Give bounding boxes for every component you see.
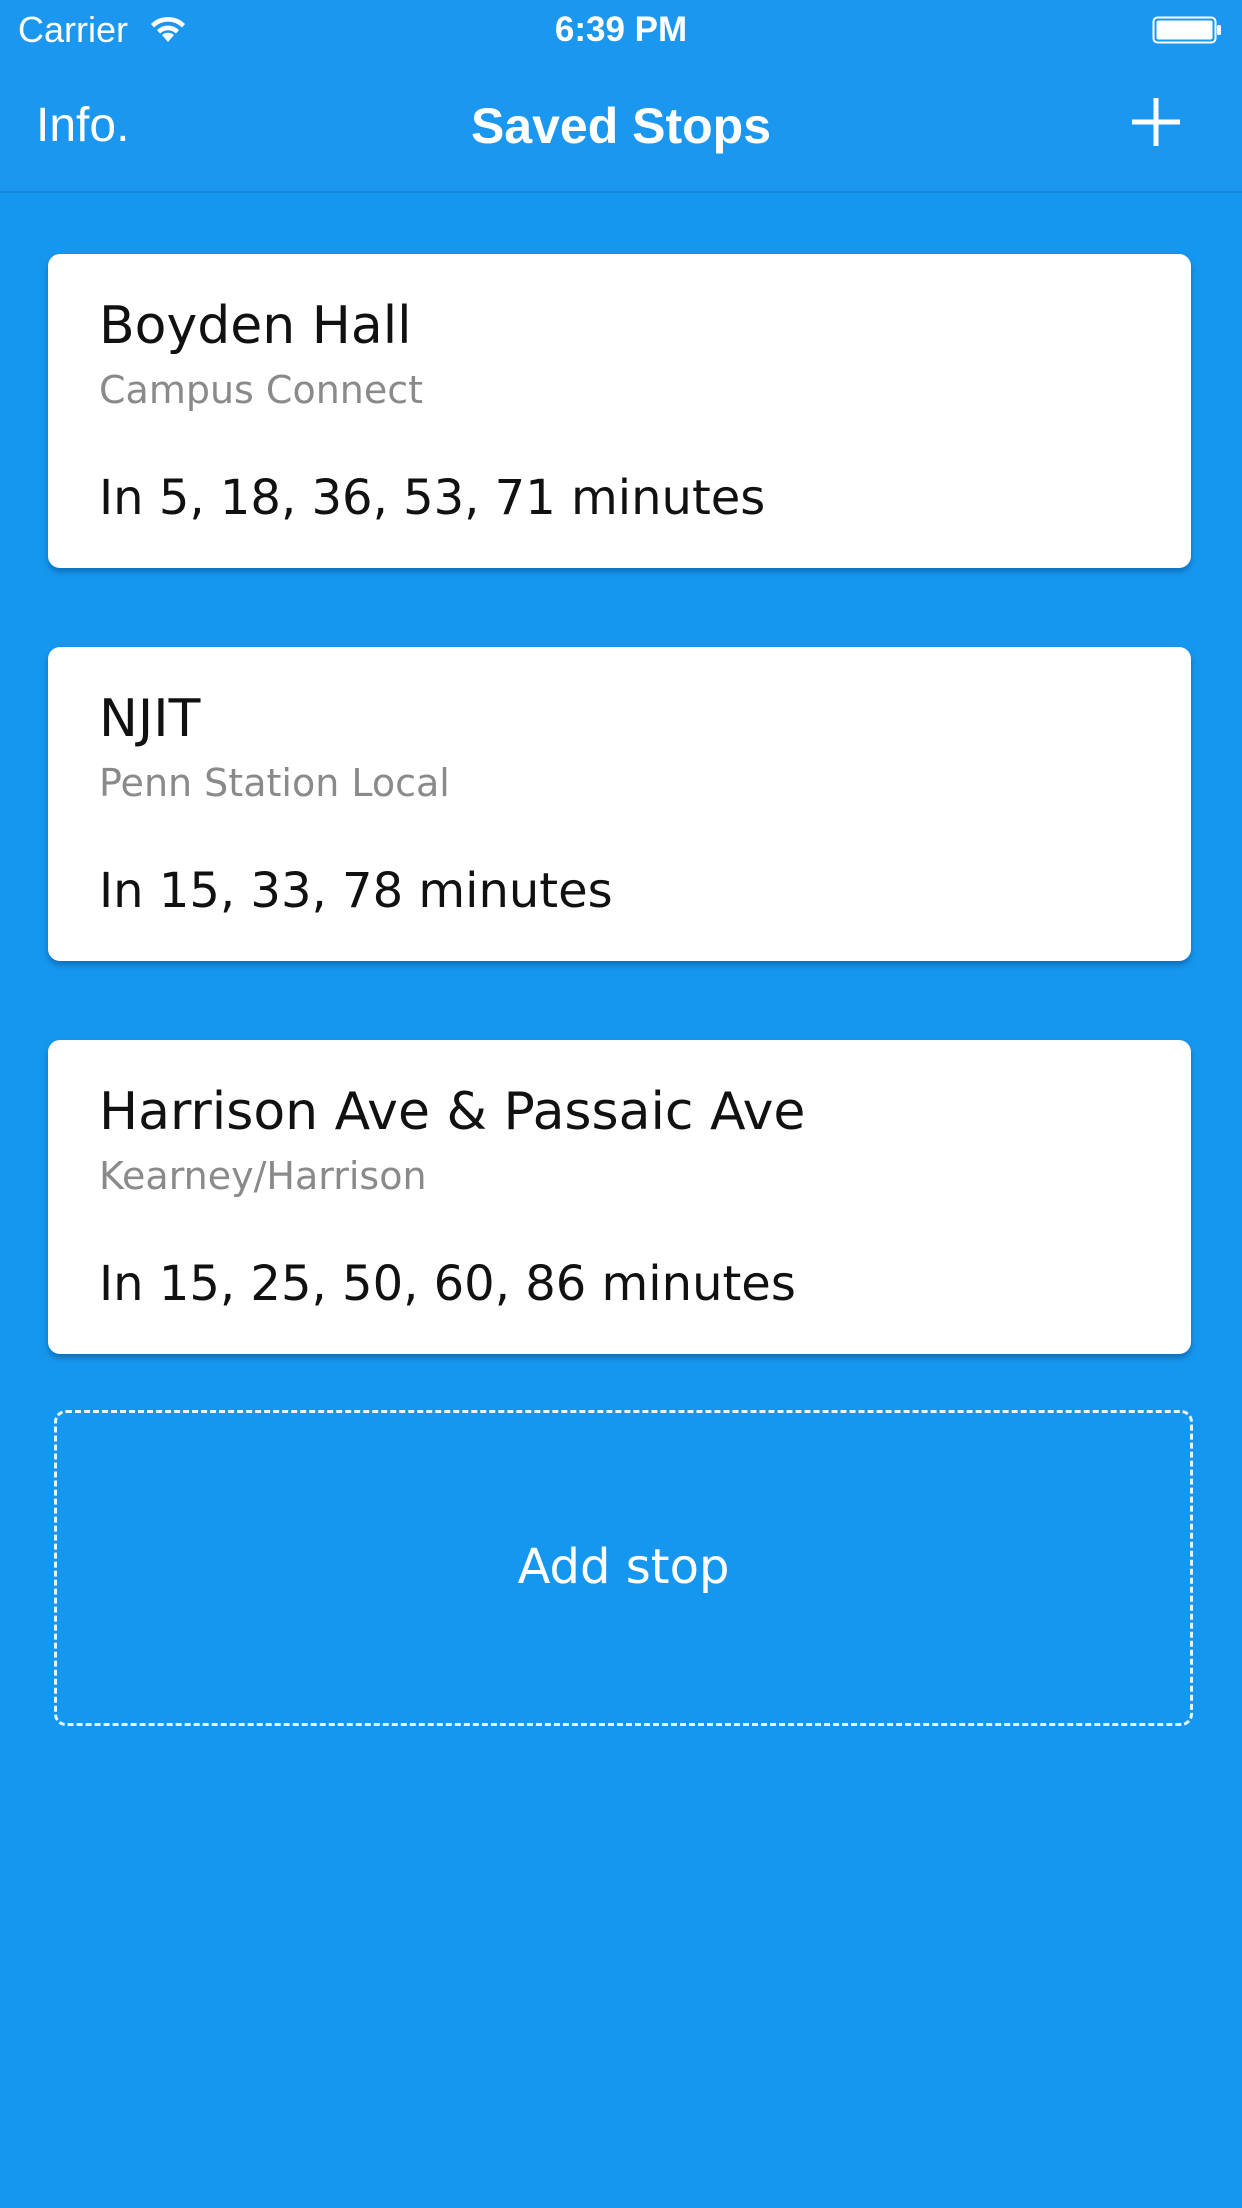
stop-route: Campus Connect xyxy=(99,368,424,412)
add-stop-button[interactable]: Add stop xyxy=(54,1410,1193,1726)
status-bar: Carrier 6:39 PM xyxy=(0,0,1242,60)
stop-route: Kearney/Harrison xyxy=(99,1154,427,1198)
stop-arrivals: In 5, 18, 36, 53, 71 minutes xyxy=(99,470,766,526)
stop-card[interactable]: NJIT Penn Station Local In 15, 33, 78 mi… xyxy=(48,647,1191,961)
status-time: 6:39 PM xyxy=(554,10,688,49)
stop-card[interactable]: Harrison Ave & Passaic Ave Kearney/Harri… xyxy=(48,1040,1191,1354)
stop-name: Boyden Hall xyxy=(99,296,412,356)
battery-icon xyxy=(1152,16,1221,44)
page-title: Saved Stops xyxy=(470,98,772,154)
stop-name: NJIT xyxy=(99,689,201,749)
stop-route: Penn Station Local xyxy=(99,761,450,805)
add-stop-label: Add stop xyxy=(517,1539,730,1595)
stop-card[interactable]: Boyden Hall Campus Connect In 5, 18, 36,… xyxy=(48,254,1191,568)
stop-arrivals: In 15, 33, 78 minutes xyxy=(99,863,613,919)
plus-icon[interactable] xyxy=(1126,92,1186,152)
stop-arrivals: In 15, 25, 50, 60, 86 minutes xyxy=(99,1256,796,1312)
navigation-bar: Carrier 6:39 PM Info. Saved Stops xyxy=(0,0,1242,193)
stop-name: Harrison Ave & Passaic Ave xyxy=(99,1082,806,1142)
